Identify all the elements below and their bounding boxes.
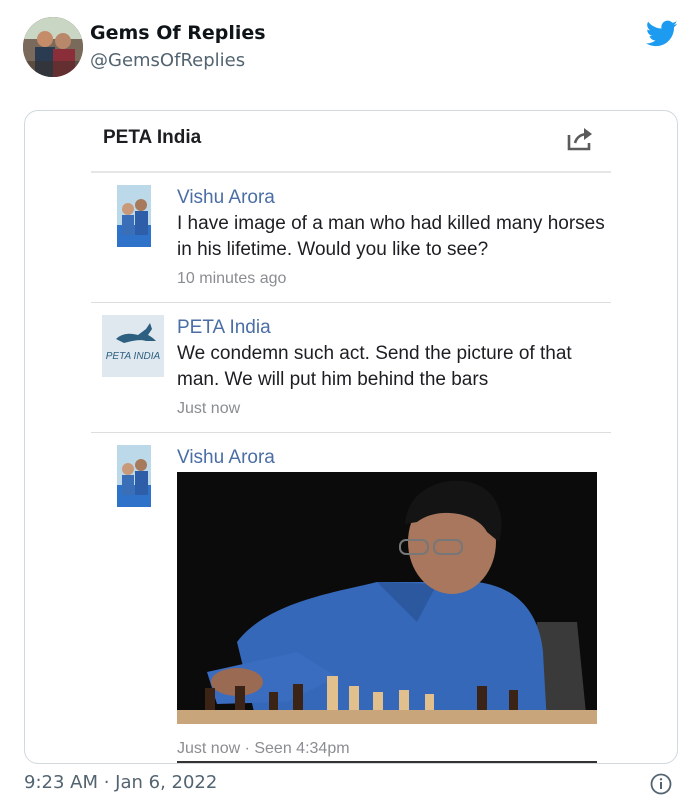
bottom-divider	[177, 761, 597, 763]
twitter-bird-icon[interactable]	[646, 20, 678, 48]
header-divider	[91, 171, 611, 173]
message-time: Just now	[177, 400, 241, 417]
peta-logo-text: PETA INDIA	[105, 351, 161, 362]
tweet-timestamp[interactable]: 9:23 AM · Jan 6, 2022	[24, 772, 217, 793]
message-sender: Vishu Arora	[177, 187, 275, 208]
chess-player-photo	[177, 472, 597, 724]
author-avatar[interactable]	[23, 17, 83, 77]
message-text: I have image of a man who had killed man…	[177, 213, 605, 260]
vishu-arora-thumbnail	[117, 445, 151, 507]
peta-india-logo: PETA INDIA	[102, 315, 164, 377]
vishu-arora-thumbnail	[117, 185, 151, 247]
message-time: 10 minutes ago	[177, 270, 287, 287]
author-handle[interactable]: @GemsOfReplies	[90, 50, 245, 71]
info-icon[interactable]	[650, 773, 672, 795]
message-divider	[91, 302, 611, 303]
message-text: We condemn such act. Send the picture of…	[177, 343, 572, 390]
message-divider	[91, 432, 611, 433]
message-sender: PETA India	[177, 317, 271, 338]
message-time: Just now · Seen 4:34pm	[177, 740, 350, 757]
media-card[interactable]: PETA India Vishu Arora I have image of a…	[24, 110, 678, 764]
conversation-title: PETA India	[103, 127, 202, 148]
author-name[interactable]: Gems Of Replies	[90, 22, 266, 44]
facebook-messenger-screenshot: PETA India Vishu Arora I have image of a…	[91, 111, 611, 763]
message-sender: Vishu Arora	[177, 447, 275, 468]
share-icon	[567, 128, 592, 151]
